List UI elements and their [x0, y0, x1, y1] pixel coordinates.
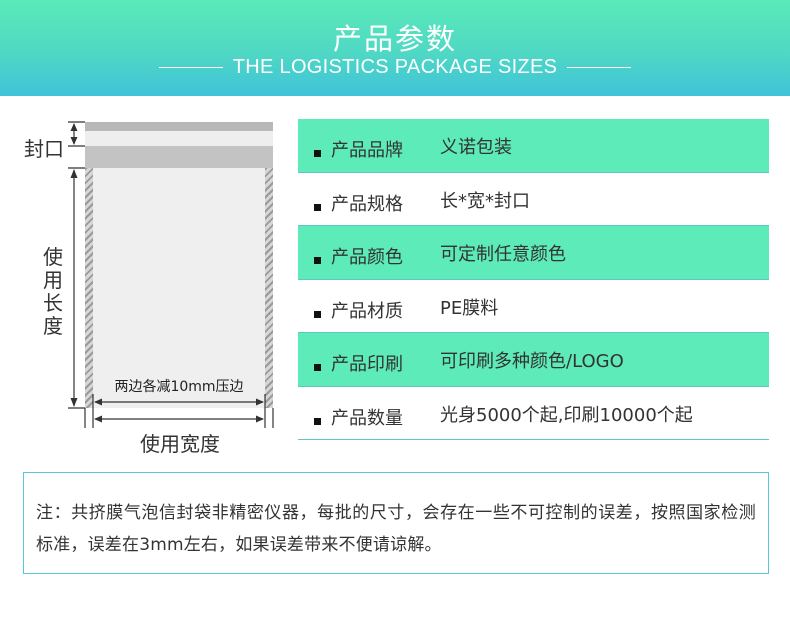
width-label: 使用宽度 — [140, 432, 220, 456]
spec-key: 产品品牌 — [331, 140, 403, 161]
subtitle-left-rule — [158, 66, 223, 68]
bullet-icon — [314, 417, 321, 425]
subtitle-row: THE LOGISTICS PACKAGE SIZES — [0, 54, 790, 80]
spec-key: 产品规格 — [331, 193, 403, 215]
bullet-icon — [314, 257, 321, 264]
bullet-icon — [314, 203, 321, 211]
seal-label: 封口 — [24, 137, 64, 161]
spec-value: 可印刷多种颜色/LOGO — [440, 351, 624, 372]
subtitle-right-rule — [567, 66, 632, 68]
note-text: 注：共挤膜气泡信封袋非精密仪器，每批的尺寸，会存在一些不可控制的误差，按照国家检… — [36, 503, 756, 555]
spec-value: 光身5000个起,印刷10000个起 — [440, 404, 693, 426]
bullet-icon — [314, 310, 321, 318]
length-label: 使用长度 — [43, 245, 63, 338]
page-subtitle: THE LOGISTICS PACKAGE SIZES — [232, 55, 558, 78]
spec-value: 可定制任意颜色 — [440, 244, 566, 265]
bullet-icon — [314, 364, 321, 371]
spec-key: 产品数量 — [331, 407, 403, 429]
note-box: 注：共挤膜气泡信封袋非精密仪器，每批的尺寸，会存在一些不可控制的误差，按照国家检… — [23, 472, 769, 574]
spec-value: 义诺包装 — [440, 137, 512, 158]
spec-value: 长*宽*封口 — [440, 190, 530, 212]
spec-row-printing: 产品印刷 可印刷多种颜色/LOGO — [298, 333, 769, 387]
header-banner: 产品参数 THE LOGISTICS PACKAGE SIZES — [0, 0, 790, 96]
spec-table: 产品品牌 义诺包装 产品规格 长*宽*封口 产品颜色 可定制任意颜色 产品材质 … — [298, 119, 769, 440]
spec-value: PE膜料 — [440, 297, 499, 319]
edge-note: 两边各减10mm压边 — [114, 379, 244, 395]
bullet-icon — [314, 150, 321, 157]
spec-key: 产品印刷 — [331, 354, 403, 375]
bag-size-diagram: 封口 使用长度 两边各减10mm压边 使用宽度 — [0, 110, 290, 460]
spec-row-brand: 产品品牌 义诺包装 — [298, 119, 769, 173]
spec-row-color: 产品颜色 可定制任意颜色 — [298, 226, 769, 280]
spec-row-quantity: 产品数量 光身5000个起,印刷10000个起 — [298, 387, 769, 440]
spec-row-material: 产品材质 PE膜料 — [298, 280, 769, 333]
spec-key: 产品材质 — [331, 300, 403, 322]
spec-row-size: 产品规格 长*宽*封口 — [298, 173, 769, 226]
spec-key: 产品颜色 — [331, 247, 403, 268]
page-title: 产品参数 — [332, 22, 457, 56]
